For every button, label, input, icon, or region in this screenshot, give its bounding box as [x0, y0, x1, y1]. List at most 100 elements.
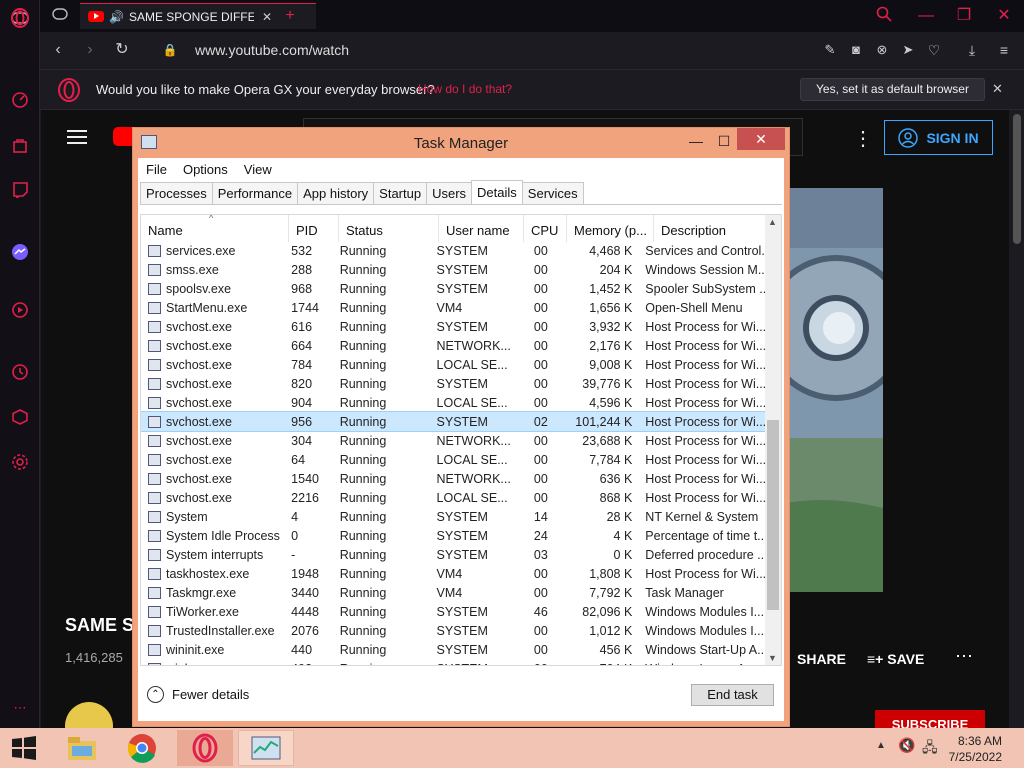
tab-details[interactable]: Details [471, 180, 523, 203]
file-explorer-icon[interactable] [58, 730, 106, 766]
share-button[interactable]: SHARE [797, 651, 846, 667]
col-description[interactable]: Description [654, 215, 767, 242]
page-scrollbar[interactable] [1010, 110, 1024, 728]
tab-performance[interactable]: Performance [211, 182, 299, 204]
player-icon[interactable] [10, 300, 30, 320]
audio-playing-icon[interactable]: 🔊 [109, 10, 124, 24]
tm-maximize-button[interactable]: ☐ [711, 131, 737, 151]
table-row[interactable]: svchost.exe 2216 Running LOCAL SE... 00 868 K… [141, 488, 767, 507]
download-icon[interactable]: ⤓ [962, 40, 982, 60]
url-field[interactable]: www.youtube.com/watch [195, 42, 349, 58]
table-row[interactable]: svchost.exe 904 Running LOCAL SE... 00 4,596 … [141, 393, 767, 412]
col-memory[interactable]: Memory (p... [567, 215, 654, 242]
set-default-button[interactable]: Yes, set it as default browser [800, 78, 985, 101]
task-manager-taskbar-icon[interactable] [238, 730, 294, 766]
adblock-icon[interactable]: ⊗ [872, 40, 892, 60]
save-button[interactable]: ≡+ SAVE [867, 651, 924, 667]
workspace-gamepad-icon[interactable] [52, 8, 68, 23]
subscribe-button[interactable]: SUBSCRIBE [875, 710, 985, 728]
col-status[interactable]: Status [339, 215, 439, 242]
tab-users[interactable]: Users [426, 182, 473, 204]
camera-icon[interactable]: ◙ [846, 40, 866, 60]
table-scrollbar-thumb[interactable] [767, 420, 779, 610]
channel-avatar[interactable] [65, 702, 113, 728]
edit-icon[interactable]: ✎ [820, 40, 840, 60]
table-row[interactable]: StartMenu.exe 1744 Running VM4 00 1,656 K Open… [141, 298, 767, 317]
table-row[interactable]: System Idle Process 0 Running SYSTEM 24 4 K Pe… [141, 526, 767, 545]
show-hidden-icons[interactable]: ▲ [876, 740, 886, 751]
banner-close-icon[interactable]: ✕ [992, 81, 1003, 97]
opera-logo-icon[interactable] [10, 8, 30, 28]
col-user-name[interactable]: User name [439, 215, 524, 242]
history-icon[interactable] [10, 362, 30, 382]
easy-setup-icon[interactable]: ≡ [994, 40, 1014, 60]
fewer-details-toggle[interactable]: ⌃ Fewer details [147, 686, 249, 703]
table-row[interactable]: smss.exe 288 Running SYSTEM 00 204 K Windows S… [141, 260, 767, 279]
hamburger-menu-icon[interactable] [67, 130, 87, 144]
forward-button[interactable]: › [80, 40, 100, 60]
table-row[interactable]: svchost.exe 956 Running SYSTEM 02 101,244 K Ho… [141, 411, 768, 432]
table-row[interactable]: svchost.exe 664 Running NETWORK... 00 2,176 K… [141, 336, 767, 355]
system-clock[interactable]: 8:36 AM 7/25/2022 [946, 733, 1002, 765]
col-pid[interactable]: PID [289, 215, 339, 242]
volume-muted-icon[interactable]: 🔇 [898, 737, 915, 754]
table-row[interactable]: svchost.exe 616 Running SYSTEM 00 3,932 K Host… [141, 317, 767, 336]
start-button[interactable] [0, 730, 48, 766]
table-row[interactable]: winlogon.exe 492 Running SYSTEM 00 704 K Windo… [141, 659, 767, 665]
new-tab-button[interactable]: + [280, 6, 300, 26]
table-row[interactable]: TrustedInstaller.exe 2076 Running SYSTEM 00 1… [141, 621, 767, 640]
tab-processes[interactable]: Processes [140, 182, 213, 204]
network-icon[interactable]: 🖧 [922, 737, 938, 761]
menu-file[interactable]: File [138, 158, 175, 180]
task-manager-titlebar[interactable]: Task Manager — ☐ ✕ [133, 128, 789, 158]
search-tabs-icon[interactable] [874, 6, 894, 26]
col-name[interactable]: Name ^ [141, 215, 289, 242]
more-options-icon[interactable]: ⋮ [853, 126, 873, 151]
opera-gx-taskbar-icon[interactable] [177, 730, 233, 766]
col-cpu[interactable]: CPU [524, 215, 567, 242]
chrome-icon[interactable] [118, 730, 166, 766]
page-scrollbar-thumb[interactable] [1013, 114, 1021, 244]
tab-close-icon[interactable]: ✕ [262, 10, 272, 24]
shopping-bag-icon[interactable] [10, 135, 30, 155]
table-row[interactable]: svchost.exe 784 Running LOCAL SE... 00 9,008 … [141, 355, 767, 374]
table-row[interactable]: svchost.exe 820 Running SYSTEM 00 39,776 K Hos… [141, 374, 767, 393]
tab-app-history[interactable]: App history [297, 182, 375, 204]
tab-startup[interactable]: Startup [373, 182, 428, 204]
table-row[interactable]: Taskmgr.exe 3440 Running VM4 00 7,792 K Task M… [141, 583, 767, 602]
lock-icon[interactable]: 🔒 [160, 40, 180, 60]
heart-icon[interactable]: ♡ [924, 40, 944, 60]
table-row[interactable]: System 4 Running SYSTEM 14 28 K NT Kernel & Sy… [141, 507, 767, 526]
table-row[interactable]: taskhostex.exe 1948 Running VM4 00 1,808 K Hos… [141, 564, 767, 583]
back-button[interactable]: ‹ [48, 40, 68, 60]
table-scrollbar[interactable]: ▲ ▼ [765, 215, 781, 665]
end-task-button[interactable]: End task [691, 684, 774, 706]
more-dots-icon[interactable]: ⋯ [10, 698, 30, 718]
messenger-icon[interactable] [10, 242, 30, 262]
menu-options[interactable]: Options [175, 158, 236, 180]
table-row[interactable]: svchost.exe 304 Running NETWORK... 00 23,688 … [141, 431, 767, 450]
minimize-button[interactable]: — [916, 6, 936, 26]
speed-dial-icon[interactable] [10, 90, 30, 110]
table-row[interactable]: services.exe 532 Running SYSTEM 00 4,468 K Ser… [141, 241, 767, 260]
banner-help-link[interactable]: How do I do that? [418, 82, 512, 96]
restore-button[interactable]: ❐ [954, 6, 974, 26]
settings-gear-icon[interactable] [10, 452, 30, 472]
tm-close-button[interactable]: ✕ [737, 128, 785, 150]
table-row[interactable]: svchost.exe 64 Running LOCAL SE... 00 7,784 K… [141, 450, 767, 469]
sign-in-button[interactable]: SIGN IN [884, 120, 993, 155]
table-row[interactable]: TiWorker.exe 4448 Running SYSTEM 46 82,096 K W… [141, 602, 767, 621]
video-more-icon[interactable]: ⋯ [955, 646, 973, 667]
scroll-down-icon[interactable]: ▼ [768, 653, 777, 663]
tm-minimize-button[interactable]: — [681, 131, 711, 151]
twitch-icon[interactable] [10, 180, 30, 200]
table-row[interactable]: spoolsv.exe 968 Running SYSTEM 00 1,452 K Spoo… [141, 279, 767, 298]
menu-view[interactable]: View [236, 158, 280, 180]
reload-icon[interactable]: ↻ [112, 40, 132, 60]
tab-services[interactable]: Services [521, 182, 584, 204]
send-icon[interactable]: ➤ [898, 40, 918, 60]
extensions-cube-icon[interactable] [10, 407, 30, 427]
close-window-button[interactable]: ✕ [994, 6, 1014, 26]
table-row[interactable]: svchost.exe 1540 Running NETWORK... 00 636 K H… [141, 469, 767, 488]
table-row[interactable]: wininit.exe 440 Running SYSTEM 00 456 K Window… [141, 640, 767, 659]
